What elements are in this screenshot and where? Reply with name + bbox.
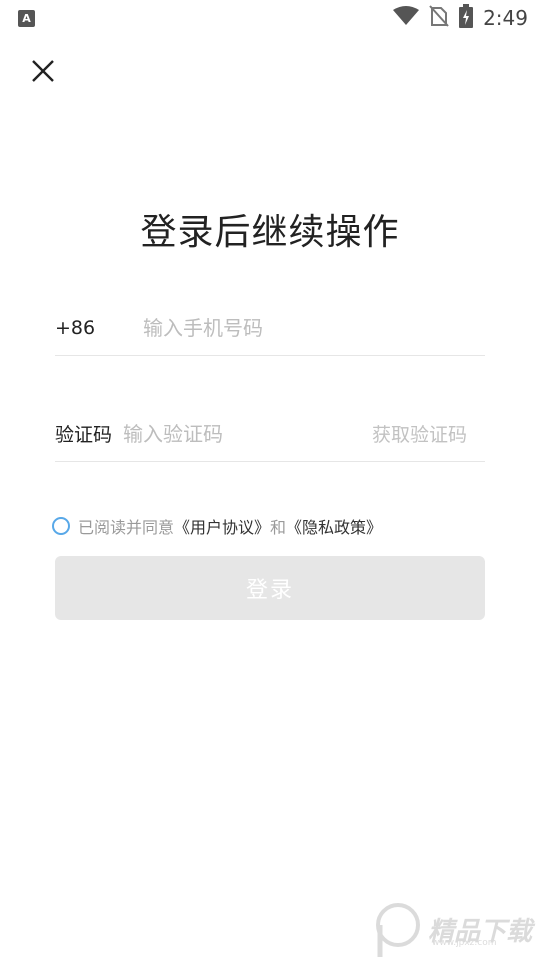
- privacy-policy-link[interactable]: 《隐私政策》: [286, 514, 382, 538]
- code-label: 验证码: [55, 424, 113, 446]
- close-icon: [32, 60, 54, 82]
- login-screen: A 2:49 登录后继续操作 +86 输入手机号码 验证码 输入验证码 获取验证…: [0, 0, 540, 960]
- agreement-conjunction: 和: [270, 518, 287, 537]
- status-left: A: [18, 9, 35, 27]
- agreement-prefix: 已阅读并同意: [78, 518, 175, 537]
- watermark-p-icon: [376, 903, 420, 957]
- no-sim-icon: [429, 5, 449, 31]
- status-bar: A 2:49: [0, 0, 540, 36]
- watermark-logo: 精品下载 www.jpxz.com: [372, 900, 540, 958]
- close-button[interactable]: [26, 54, 60, 88]
- agreement-row: 已阅读并同意 《用户协议》 和 《隐私政策》: [52, 514, 382, 538]
- status-right: 2:49: [393, 4, 528, 32]
- code-field: 验证码 获取验证码: [55, 406, 485, 462]
- login-button[interactable]: 登录: [55, 556, 485, 620]
- phone-input[interactable]: [143, 315, 485, 340]
- get-code-button[interactable]: 获取验证码: [372, 420, 485, 447]
- phone-field: +86: [55, 300, 485, 356]
- watermark-sub: www.jpxz.com: [432, 938, 497, 948]
- battery-charging-icon: [459, 4, 474, 32]
- agreement-checkbox[interactable]: [52, 517, 70, 535]
- country-code-prefix[interactable]: +86: [55, 317, 143, 339]
- status-time: 2:49: [483, 6, 528, 30]
- page-title: 登录后继续操作: [140, 212, 400, 253]
- app-badge-icon: A: [18, 9, 35, 27]
- verification-code-input[interactable]: [122, 421, 372, 446]
- user-agreement-link[interactable]: 《用户协议》: [174, 514, 270, 538]
- wifi-icon: [393, 6, 420, 30]
